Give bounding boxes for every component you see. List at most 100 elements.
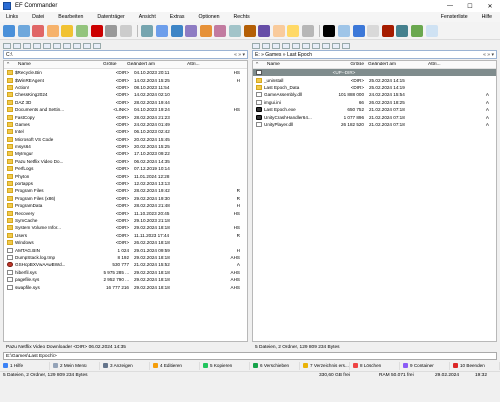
help-icon[interactable] [425, 24, 438, 37]
drive-button[interactable] [23, 42, 31, 49]
col-size[interactable]: Größe [332, 62, 368, 67]
maximize-button[interactable]: ☐ [460, 3, 480, 10]
file-row[interactable]: Phyton <DIR> 11.01.2024 12:28 [4, 172, 247, 179]
menu-links[interactable]: Links [6, 14, 18, 20]
drive-button[interactable] [252, 42, 260, 49]
pack-icon[interactable] [258, 24, 271, 37]
ftp-icon[interactable] [352, 24, 365, 37]
drive-button[interactable] [73, 42, 81, 49]
tree-icon[interactable] [214, 24, 227, 37]
right-file-panel[interactable]: ^ Name Größe Geändert am Attri... <UP--D… [252, 60, 497, 342]
new-window-icon[interactable] [3, 24, 15, 37]
file-row[interactable]: Documents and Settin... <LINK> 04.10.2023 … [4, 106, 247, 113]
menu-optionen[interactable]: Optionen [198, 14, 219, 20]
properties-icon[interactable] [301, 24, 314, 37]
drive-button[interactable] [302, 42, 310, 49]
minimize-button[interactable]: — [440, 3, 460, 10]
print-icon[interactable] [105, 24, 118, 37]
file-row[interactable]: $Recycle.Bin <DIR> 04.10.2023 20:11 HS [4, 69, 247, 76]
sync-icon[interactable] [411, 24, 424, 37]
menu-extras[interactable]: Extras [170, 14, 185, 20]
file-row[interactable]: Recovery <DIR> 11.10.2023 20:45 HS [4, 209, 247, 216]
fkey-4[interactable]: 4 Editieren [150, 361, 200, 370]
col-name[interactable]: Name [18, 62, 103, 67]
file-row[interactable]: hiberfil.sys 5 975 285 ... 29.02.2024 18:1… [4, 269, 247, 276]
cut-icon[interactable] [119, 24, 132, 37]
col-attr[interactable]: Attri... [428, 62, 458, 67]
file-row[interactable]: DumpStack.log.tmp 8 192 29.02.2024 18:18 AH… [4, 254, 247, 261]
terminal-icon[interactable] [323, 24, 336, 37]
drive-button[interactable] [33, 42, 41, 49]
fkey-6[interactable]: 6 Verschieben [250, 361, 300, 370]
file-row[interactable]: Users <DIR> 11.11.2023 17:44 R [4, 232, 247, 239]
drive-button[interactable] [43, 42, 51, 49]
search-icon[interactable] [155, 24, 168, 37]
file-row[interactable]: SymCache <DIR> 29.10.2023 21:18 [4, 217, 247, 224]
file-row[interactable]: System Volume Infor... <DIR> 29.02.2024 18… [4, 224, 247, 231]
file-row[interactable]: Games <DIR> 24.02.2024 01:49 [4, 121, 247, 128]
file-row[interactable]: Windows <DIR> 26.02.2024 18:18 [4, 239, 247, 246]
archive-icon[interactable] [287, 24, 300, 37]
drive-button[interactable] [63, 42, 71, 49]
left-file-panel[interactable]: ^ Name Größe Geändert am Attri... $Recyc… [3, 60, 248, 342]
drive-button[interactable] [322, 42, 330, 49]
file-row[interactable]: Program Files (x86) <DIR> 29.02.2024 19:30… [4, 195, 247, 202]
left-path-bar[interactable]: C:\ « » ▾ [3, 50, 248, 59]
file-row[interactable]: pagefile.sys 2 952 790 ... 29.02.2024 18:1… [4, 276, 247, 283]
fkey-5[interactable]: 5 Kopieren [200, 361, 250, 370]
drive-button[interactable] [282, 42, 290, 49]
image-icon[interactable] [396, 24, 409, 37]
file-row[interactable]: MyImgur <DIR> 17.10.2023 09:22 [4, 150, 247, 157]
file-row[interactable]: Pazu Netflix Video Do... <DIR> 06.02.2024 … [4, 158, 247, 165]
drive-button[interactable] [53, 42, 61, 49]
swap-panels-icon[interactable] [170, 24, 183, 37]
history-arrows-icon[interactable]: « » ▾ [483, 52, 494, 58]
menu-datentraeger[interactable]: Datenträger [97, 14, 124, 20]
delete-icon[interactable] [90, 24, 103, 37]
col-date[interactable]: Geändert am [127, 62, 187, 67]
music-icon[interactable] [381, 24, 394, 37]
menu-hilfe[interactable]: Hilfe [482, 14, 492, 20]
refresh-icon[interactable] [141, 24, 154, 37]
fkey-8[interactable]: 8 Löschen [350, 361, 400, 370]
unpack-icon[interactable] [272, 24, 285, 37]
col-date[interactable]: Geändert am [368, 62, 428, 67]
fkey-9[interactable]: 9 Container [400, 361, 450, 370]
fkey-10[interactable]: 10 Beenden [450, 361, 500, 370]
drive-button[interactable] [272, 42, 280, 49]
file-row[interactable]: Last Epoch.exe 650 752 21.02.2024 07:18 A [253, 106, 496, 113]
view-icon[interactable] [199, 24, 212, 37]
file-row[interactable]: AMTAG.BIN 1 024 29.01.2024 09:59 H [4, 246, 247, 253]
menu-ansicht[interactable]: Ansicht [139, 14, 156, 20]
file-row[interactable]: GSHcpBXVwAAwBWd... 530 777 21.02.2024 15:5… [4, 261, 247, 268]
drive-button[interactable] [3, 42, 11, 49]
edit-icon[interactable] [17, 24, 30, 37]
file-row[interactable]: ChessKing2024 <DIR> 14.02.2024 02:10 [4, 91, 247, 98]
move-icon[interactable] [61, 24, 74, 37]
drive-button[interactable] [262, 42, 270, 49]
menu-bearbeiten[interactable]: Bearbeiten [58, 14, 83, 20]
file-row[interactable]: $WinREAgent <DIR> 14.02.2024 15:25 H [4, 76, 247, 83]
file-row[interactable]: Microsoft VS Code <DIR> 20.02.2024 15:45 [4, 136, 247, 143]
file-row[interactable]: msys64 <DIR> 20.02.2024 15:25 [4, 143, 247, 150]
file-row[interactable]: imgui.ini 66 26.02.2024 18:25 A [253, 99, 496, 106]
file-row[interactable]: FastCopy <DIR> 28.02.2024 21:23 [4, 113, 247, 120]
filter-icon[interactable] [228, 24, 241, 37]
close-button[interactable]: ✕ [480, 3, 500, 10]
drive-button[interactable] [332, 42, 340, 49]
history-arrows-icon[interactable]: « » ▾ [234, 52, 245, 58]
drive-button[interactable] [342, 42, 350, 49]
file-row[interactable]: UnityPlayer.dll 26 182 520 21.02.2024 07:1… [253, 121, 496, 128]
up-dir-row[interactable]: <UP--DIR> [253, 69, 496, 77]
drive-button[interactable] [13, 42, 21, 49]
file-row[interactable]: portapps <DIR> 12.02.2024 13:13 [4, 180, 247, 187]
file-row[interactable]: Action! <DIR> 08.10.2023 11:54 [4, 84, 247, 91]
file-row[interactable]: PerfLogs <DIR> 07.12.2019 10:14 [4, 165, 247, 172]
file-row[interactable]: Last Epoch_Data <DIR> 25.02.2024 14:19 [253, 84, 496, 91]
col-attr[interactable]: Attri... [187, 62, 217, 67]
file-row[interactable]: Program Files <DIR> 28.02.2024 19:42 R [4, 187, 247, 194]
col-name[interactable]: Name [267, 62, 332, 67]
settings-icon[interactable] [367, 24, 380, 37]
fkey-3[interactable]: 3 Anzeigen [100, 361, 150, 370]
fkey-2[interactable]: 2 Mein Menü [50, 361, 100, 370]
